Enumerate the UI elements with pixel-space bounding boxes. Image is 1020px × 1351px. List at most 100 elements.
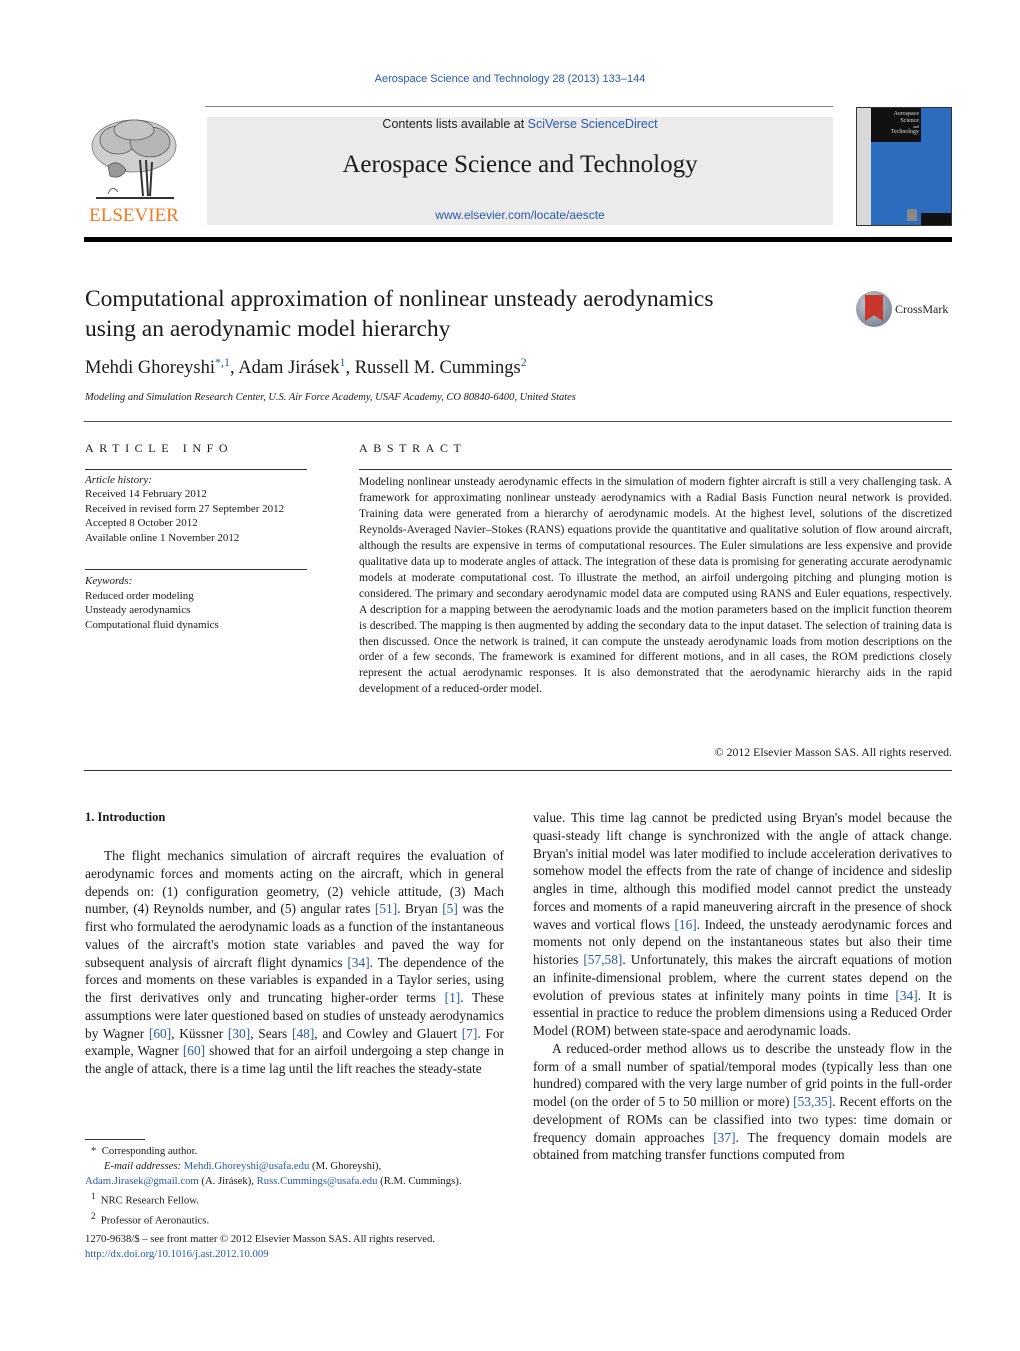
email-link[interactable]: Russ.Cummings@usafa.edu: [257, 1175, 378, 1187]
abstract-heading: ABSTRACT: [359, 441, 467, 455]
citation-link[interactable]: [30]: [228, 1026, 250, 1041]
paragraph: The flight mechanics simulation of aircr…: [85, 847, 504, 1078]
text-run: , Sears: [250, 1025, 292, 1041]
affiliation: Modeling and Simulation Research Center,…: [85, 392, 576, 403]
email-link[interactable]: Adam.Jirasek@gmail.com: [85, 1175, 199, 1187]
cover-title: Aerospace Science and Technology: [873, 111, 919, 136]
keywords: Keywords: Reduced order modeling Unstead…: [85, 574, 307, 632]
footnote-mark: 1: [91, 1191, 96, 1202]
email-link[interactable]: Mehdi.Ghoreyshi@usafa.edu: [184, 1160, 310, 1172]
citation-link[interactable]: [37]: [713, 1130, 735, 1145]
cover-bottom-bar: [921, 213, 951, 225]
author-footnote-marks[interactable]: 2: [521, 355, 527, 369]
footnotes: * Corresponding author. E-mail addresses…: [85, 1144, 515, 1229]
issn-line: 1270-9638/$ – see front matter © 2012 El…: [85, 1233, 436, 1245]
footnote-text: NRC Research Fellow.: [100, 1194, 199, 1207]
front-matter: 1270-9638/$ – see front matter © 2012 El…: [85, 1232, 515, 1262]
sciencedirect-link[interactable]: SciVerse ScienceDirect: [528, 117, 658, 131]
journal-url-link[interactable]: www.elsevier.com/locate/aescte: [207, 208, 833, 222]
cover-title-line: Science: [900, 118, 919, 124]
footnote-mark: 2: [91, 1210, 96, 1221]
elsevier-wordmark: ELSEVIER: [89, 205, 179, 226]
keyword-item: Unsteady aerodynamics: [85, 604, 191, 617]
author-footnote-marks[interactable]: *,1: [215, 355, 230, 369]
footnote-text: Corresponding author.: [101, 1145, 198, 1157]
cover-title-line: Aerospace: [893, 111, 919, 117]
masthead-band: Contents lists available at SciVerse Sci…: [207, 117, 833, 225]
article-info-rule: [85, 469, 307, 470]
citation-link[interactable]: [60]: [149, 1026, 171, 1041]
history-item: Accepted 8 October 2012: [85, 517, 198, 530]
running-head[interactable]: Aerospace Science and Technology 28 (201…: [0, 73, 1020, 85]
paragraph: A reduced-order method allows us to desc…: [533, 1040, 952, 1164]
citation-link[interactable]: [48]: [292, 1026, 314, 1041]
body-column-right: value. This time lag cannot be predicted…: [533, 809, 952, 1164]
author-separator: ,: [230, 358, 239, 378]
keyword-item: Computational fluid dynamics: [85, 618, 219, 631]
cover-spine-strip: [857, 108, 871, 225]
body-column-left: The flight mechanics simulation of aircr…: [85, 847, 504, 1078]
footnote-emails: E-mail addresses: Mehdi.Ghoreyshi@usafa.…: [85, 1159, 515, 1174]
citation-link[interactable]: [34]: [895, 988, 917, 1003]
crossmark-label: CrossMark: [895, 302, 949, 316]
citation-link[interactable]: [16]: [674, 917, 696, 932]
citation-link[interactable]: [5]: [442, 901, 458, 916]
text-run: , Küssner: [171, 1025, 228, 1041]
paragraph: value. This time lag cannot be predicted…: [533, 809, 952, 1040]
text-run: , and Cowley and Glauert: [314, 1025, 462, 1041]
footnote-1: 1 NRC Research Fellow.: [85, 1189, 515, 1209]
elsevier-logo[interactable]: ELSEVIER: [84, 114, 184, 226]
citation-link[interactable]: [60]: [183, 1043, 205, 1058]
cover-elsevier-icon: [907, 209, 917, 221]
contents-prefix: Contents lists available at: [382, 117, 528, 131]
footnote-mark: *: [91, 1145, 97, 1157]
citation-link[interactable]: [57,58]: [583, 952, 622, 967]
footnote-rule: [85, 1139, 145, 1140]
keywords-label: Keywords:: [85, 575, 133, 587]
history-item: Received 14 February 2012: [85, 488, 207, 501]
citation-link[interactable]: [53,35]: [793, 1094, 832, 1109]
footnote-2: 2 Professor of Aeronautics.: [85, 1209, 515, 1229]
citation-link[interactable]: [34]: [347, 955, 369, 970]
journal-name: Aerospace Science and Technology: [342, 151, 698, 178]
section-heading-introduction: 1. Introduction: [85, 810, 166, 824]
contents-line: Contents lists available at SciVerse Sci…: [207, 117, 833, 131]
history-item: Available online 1 November 2012: [85, 531, 240, 544]
author-name: Mehdi Ghoreyshi: [85, 358, 215, 378]
article-info-heading: ARTICLE INFO: [85, 441, 234, 455]
journal-cover-thumbnail[interactable]: Aerospace Science and Technology: [856, 107, 952, 226]
email-owner: (R.M. Cummings).: [377, 1175, 462, 1188]
email-label: E-mail addresses:: [104, 1160, 182, 1173]
author-separator: ,: [345, 358, 355, 378]
masthead-bottom-rule: [84, 237, 952, 242]
article-title-line: using an aerodynamic model hierarchy: [85, 316, 451, 342]
elsevier-tree-icon: [91, 119, 177, 199]
email-owner: (A. Jirásek),: [198, 1175, 257, 1188]
article-title-line: Computational approximation of nonlinear…: [85, 286, 714, 312]
author-name: Adam Jirásek: [238, 358, 340, 378]
history-item: Received in revised form 27 September 20…: [85, 502, 285, 515]
crossmark-icon: [856, 291, 892, 327]
email-owner: (M. Ghoreyshi),: [309, 1160, 382, 1173]
text-run: value. This time lag cannot be predicted…: [533, 810, 952, 932]
abstract-copyright: © 2012 Elsevier Masson SAS. All rights r…: [714, 745, 952, 759]
title-block-rule: [84, 421, 952, 422]
abstract-text: Modeling nonlinear unsteady aerodynamic …: [359, 475, 952, 696]
footnote-text: Professor of Aeronautics.: [100, 1214, 210, 1227]
masthead-top-rule: [205, 106, 833, 107]
doi-link[interactable]: http://dx.doi.org/10.1016/j.ast.2012.10.…: [85, 1247, 515, 1262]
citation-link[interactable]: [1]: [445, 990, 461, 1005]
abstract-rule: [359, 469, 952, 470]
abstract-bottom-rule: [84, 770, 952, 771]
keyword-item: Reduced order modeling: [85, 589, 194, 602]
crossmark-button[interactable]: CrossMark: [856, 291, 956, 329]
crossmark-ribbon-icon: [865, 295, 883, 321]
history-label: Article history:: [85, 474, 152, 486]
footnote-emails-cont: Adam.Jirasek@gmail.com (A. Jirásek), Rus…: [85, 1174, 515, 1189]
citation-link[interactable]: [7]: [462, 1026, 478, 1041]
author-name: Russell M. Cummings: [354, 358, 521, 378]
footnote-corresponding: * Corresponding author.: [85, 1144, 515, 1159]
citation-link[interactable]: [51]: [375, 901, 397, 916]
keywords-rule: [85, 569, 307, 570]
article-title: Computational approximation of nonlinear…: [85, 284, 825, 344]
